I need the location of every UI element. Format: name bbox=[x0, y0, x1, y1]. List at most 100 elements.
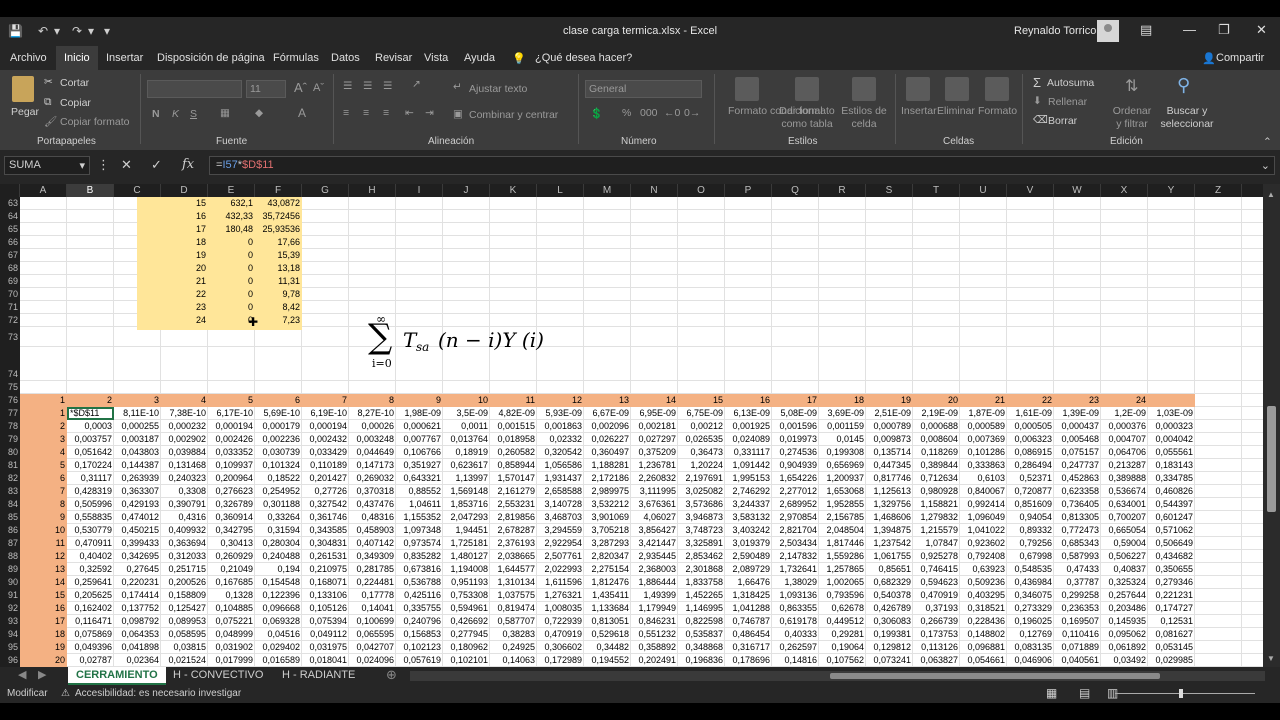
table-cell[interactable]: 0,075221 bbox=[208, 615, 255, 628]
table-cell[interactable]: 19 bbox=[20, 641, 67, 654]
table-cell[interactable]: 0,409932 bbox=[161, 524, 208, 537]
column-header[interactable]: C bbox=[114, 184, 161, 197]
table-cell[interactable]: 0,247737 bbox=[1054, 459, 1101, 472]
table-cell[interactable]: 0,279346 bbox=[1148, 576, 1195, 589]
table-cell[interactable]: 3,748723 bbox=[678, 524, 725, 537]
table-cell[interactable]: 0,240796 bbox=[396, 615, 443, 628]
table-cell[interactable]: 0,031975 bbox=[302, 641, 349, 654]
table-cell[interactable]: 0,819474 bbox=[490, 602, 537, 615]
table-cell[interactable]: 8,11E-10 bbox=[114, 407, 161, 420]
table-cell[interactable]: 0,673816 bbox=[396, 563, 443, 576]
table-cell[interactable]: 24 bbox=[161, 314, 208, 327]
name-box-dropdown-icon[interactable]: ▾ bbox=[79, 159, 85, 172]
header-cell[interactable]: 3 bbox=[114, 394, 161, 407]
column-header[interactable]: V bbox=[1007, 184, 1054, 197]
table-cell[interactable]: 2,048504 bbox=[819, 524, 866, 537]
table-cell[interactable]: 17 bbox=[161, 223, 208, 236]
table-cell[interactable]: 0,0003 bbox=[67, 420, 114, 433]
table-cell[interactable]: 0,033352 bbox=[208, 446, 255, 459]
table-cell[interactable]: 0,4316 bbox=[161, 511, 208, 524]
table-cell[interactable]: 1,236781 bbox=[631, 459, 678, 472]
orientation-icon[interactable]: ↗ bbox=[412, 78, 421, 90]
table-cell[interactable]: 14 bbox=[20, 576, 67, 589]
accounting-icon[interactable]: 💲 bbox=[590, 107, 603, 120]
table-cell[interactable]: 3,294559 bbox=[537, 524, 584, 537]
table-cell[interactable]: 1,133684 bbox=[584, 602, 631, 615]
table-cell[interactable]: 0,000255 bbox=[114, 420, 161, 433]
decrease-indent-icon[interactable]: ⇤ bbox=[405, 107, 414, 119]
table-cell[interactable]: 0,162402 bbox=[67, 602, 114, 615]
table-cell[interactable]: 0,158809 bbox=[161, 589, 208, 602]
table-cell[interactable]: 0,220231 bbox=[114, 576, 161, 589]
header-cell[interactable]: 20 bbox=[913, 394, 960, 407]
table-cell[interactable]: 0,040561 bbox=[1054, 654, 1101, 667]
table-cell[interactable]: 15 bbox=[20, 589, 67, 602]
table-cell[interactable]: 0,474012 bbox=[114, 511, 161, 524]
table-cell[interactable]: 0,772473 bbox=[1054, 524, 1101, 537]
table-cell[interactable]: 0,342695 bbox=[114, 550, 161, 563]
table-cell[interactable]: 0,460826 bbox=[1148, 485, 1195, 498]
find-icon[interactable]: ⚲ bbox=[1177, 75, 1190, 96]
table-cell[interactable]: 0,096668 bbox=[255, 602, 302, 615]
table-cell[interactable]: 0,21049 bbox=[208, 563, 255, 576]
page-layout-icon[interactable]: ▤ bbox=[1079, 686, 1090, 700]
number-format-select[interactable]: General bbox=[585, 80, 702, 98]
table-cell[interactable]: 0,089953 bbox=[161, 615, 208, 628]
table-cell[interactable]: 0,194552 bbox=[584, 654, 631, 667]
zoom-slider-knob[interactable] bbox=[1179, 689, 1183, 698]
autosum-icon[interactable]: Σ bbox=[1033, 75, 1041, 90]
table-cell[interactable]: 0,095062 bbox=[1101, 628, 1148, 641]
table-cell[interactable]: 0,016589 bbox=[255, 654, 302, 667]
cancel-icon[interactable]: ✕ bbox=[121, 157, 132, 173]
table-cell[interactable]: 0,168071 bbox=[302, 576, 349, 589]
table-cell[interactable]: 4,06027 bbox=[631, 511, 678, 524]
table-cell[interactable]: 0,426692 bbox=[443, 615, 490, 628]
format-painter-button[interactable]: Copiar formato bbox=[60, 116, 129, 128]
fill-color-icon[interactable]: ◆ bbox=[255, 107, 263, 119]
row-header[interactable]: 93 bbox=[0, 615, 20, 628]
table-cell[interactable]: 0,000437 bbox=[1054, 420, 1101, 433]
column-header[interactable]: X bbox=[1101, 184, 1148, 197]
table-cell[interactable]: 0,14063 bbox=[490, 654, 537, 667]
column-header[interactable]: E bbox=[208, 184, 255, 197]
table-cell[interactable]: 0,6103 bbox=[960, 472, 1007, 485]
cell-styles-icon[interactable] bbox=[852, 77, 876, 101]
table-cell[interactable]: 0,437476 bbox=[349, 498, 396, 511]
table-cell[interactable]: 0,102101 bbox=[443, 654, 490, 667]
table-cell[interactable]: 0,59004 bbox=[1101, 537, 1148, 550]
table-cell[interactable]: 1,002065 bbox=[819, 576, 866, 589]
table-cell[interactable]: 1,20224 bbox=[678, 459, 725, 472]
table-cell[interactable]: 1,570147 bbox=[490, 472, 537, 485]
cut-icon[interactable]: ✂ bbox=[44, 76, 53, 88]
zoom-slider[interactable] bbox=[1115, 689, 1255, 698]
table-cell[interactable]: 1,435411 bbox=[584, 589, 631, 602]
table-cell[interactable]: 0,026227 bbox=[584, 433, 631, 446]
table-cell[interactable]: 0,40333 bbox=[772, 628, 819, 641]
table-cell[interactable]: 17 bbox=[20, 615, 67, 628]
table-cell[interactable]: 0,506227 bbox=[1101, 550, 1148, 563]
row-header[interactable]: 95 bbox=[0, 641, 20, 654]
format-painter-icon[interactable]: 🖌 bbox=[44, 115, 57, 128]
table-cell[interactable]: 0,170224 bbox=[67, 459, 114, 472]
table-cell[interactable]: 0,174727 bbox=[1148, 602, 1195, 615]
table-cell[interactable]: 0,720877 bbox=[1007, 485, 1054, 498]
table-cell[interactable]: 3,901069 bbox=[584, 511, 631, 524]
table-cell[interactable]: 0,02787 bbox=[67, 654, 114, 667]
table-cell[interactable]: 0,03492 bbox=[1101, 654, 1148, 667]
table-cell[interactable]: 0,505996 bbox=[67, 498, 114, 511]
table-cell[interactable]: 0,389888 bbox=[1101, 472, 1148, 485]
table-cell[interactable]: 0,37193 bbox=[913, 602, 960, 615]
table-cell[interactable]: 0,055561 bbox=[1148, 446, 1195, 459]
sheet-tab-cerramiento[interactable]: CERRAMIENTO bbox=[68, 667, 166, 685]
table-cell[interactable]: 7 bbox=[20, 485, 67, 498]
table-cell[interactable]: 0,013764 bbox=[443, 433, 490, 446]
table-cell[interactable]: 17,66 bbox=[255, 236, 302, 249]
table-cell[interactable]: 0,753308 bbox=[443, 589, 490, 602]
table-cell[interactable]: 0,02364 bbox=[114, 654, 161, 667]
table-cell[interactable]: 2,51E-09 bbox=[866, 407, 913, 420]
table-cell[interactable]: 0,665054 bbox=[1101, 524, 1148, 537]
table-cell[interactable]: 0,399433 bbox=[114, 537, 161, 550]
table-cell[interactable]: 1,49399 bbox=[631, 589, 678, 602]
table-cell[interactable]: 1,257865 bbox=[819, 563, 866, 576]
table-cell[interactable]: 0,116471 bbox=[67, 615, 114, 628]
